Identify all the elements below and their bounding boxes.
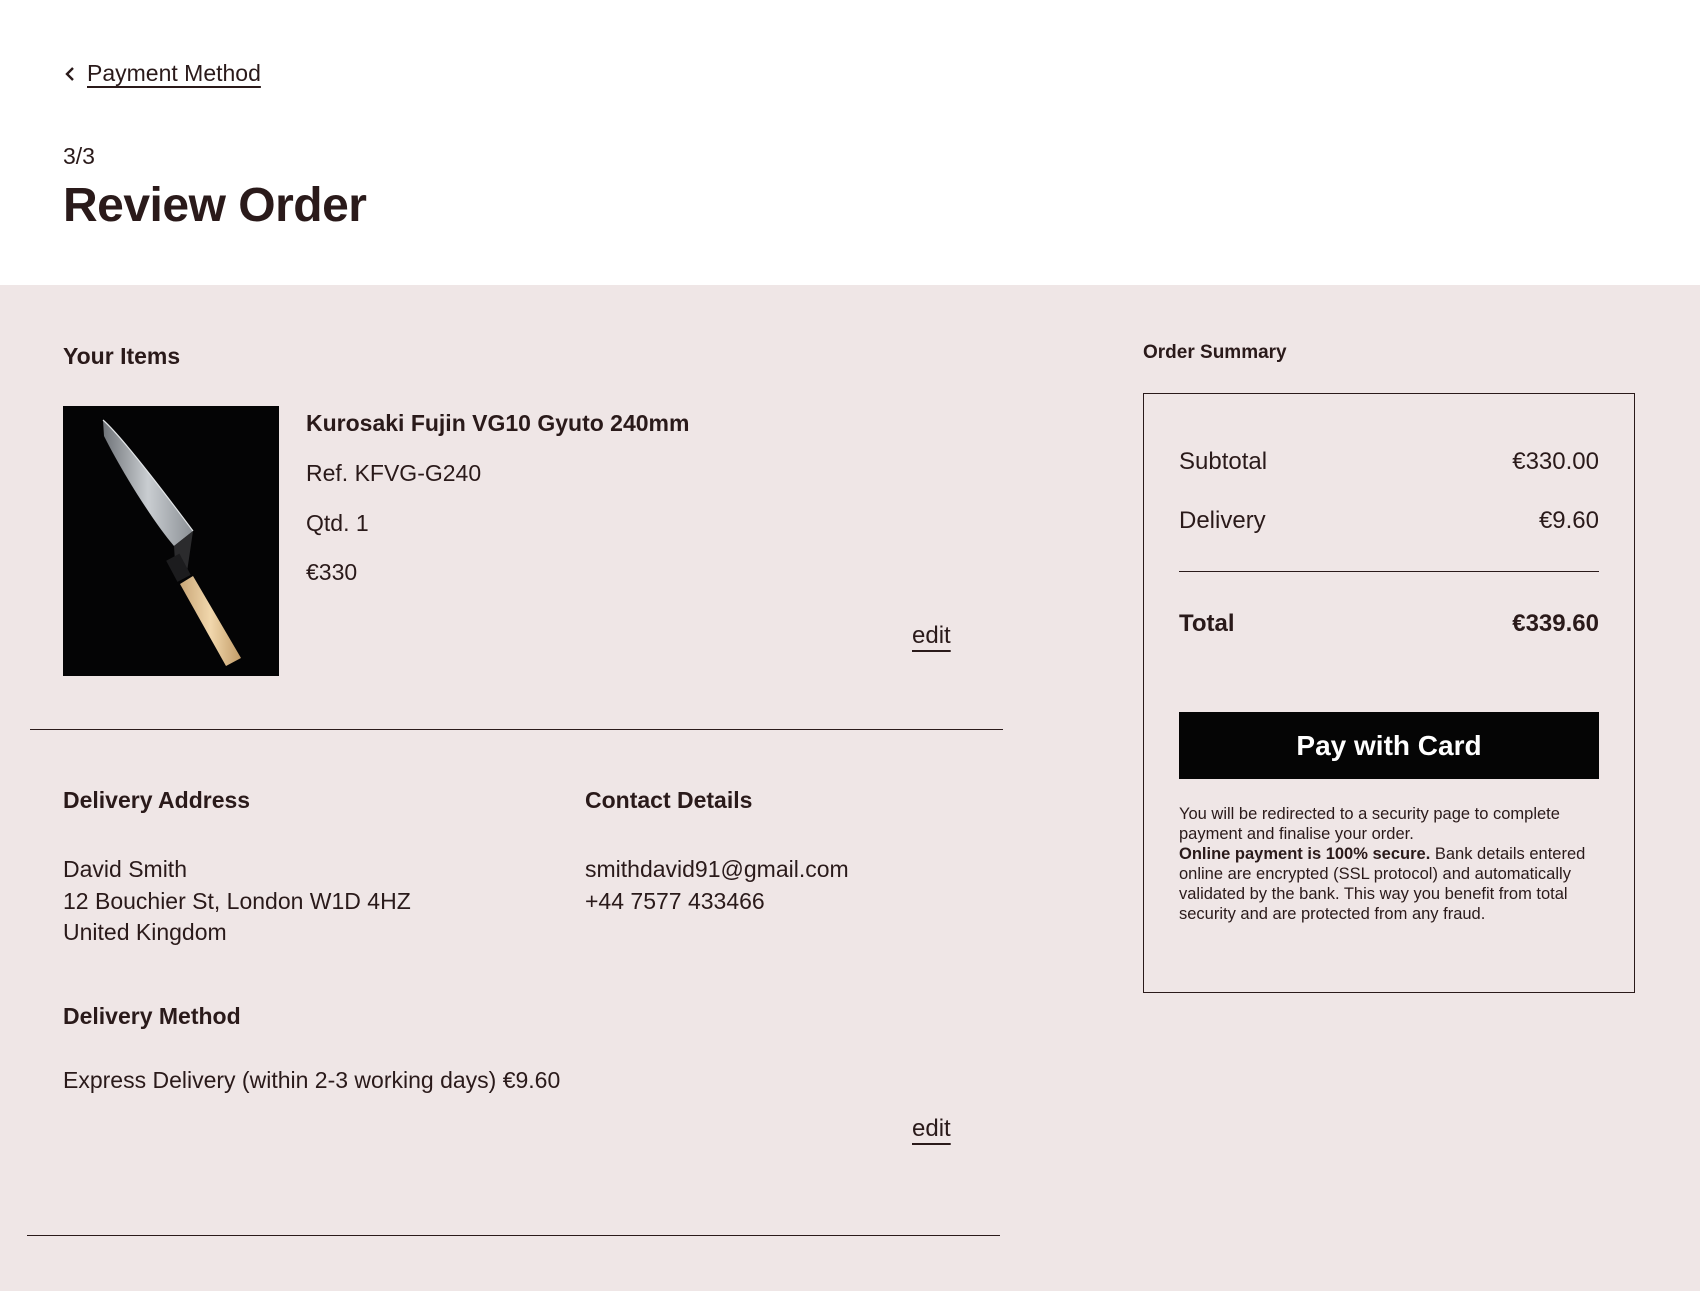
delivery-row: Delivery €9.60 xyxy=(1179,507,1599,535)
back-link[interactable]: Payment Method xyxy=(63,60,261,87)
product-price: €330 xyxy=(306,559,358,585)
contact-email: smithdavid91@gmail.com xyxy=(585,856,849,882)
edit-items-link[interactable]: edit xyxy=(912,622,951,650)
contact-phone: +44 7577 433466 xyxy=(585,888,765,914)
delivery-address-street: 12 Bouchier St, London W1D 4HZ xyxy=(63,888,411,914)
delivery-divider xyxy=(27,1235,1000,1236)
subtotal-row: Subtotal €330.00 xyxy=(1179,448,1599,476)
secure-payment-note: You will be redirected to a security pag… xyxy=(1179,804,1606,924)
delivery-value: €9.60 xyxy=(1538,507,1599,534)
product-quantity: Qtd. 1 xyxy=(306,510,369,536)
items-section-title: Your Items xyxy=(63,343,181,369)
contact-details-title: Contact Details xyxy=(585,787,753,813)
page-header: Payment Method 3/3 Review Order xyxy=(0,0,1700,285)
order-summary-title: Order Summary xyxy=(1143,342,1287,363)
delivery-address-country: United Kingdom xyxy=(63,919,227,945)
delivery-method-title: Delivery Method xyxy=(63,1003,241,1029)
back-link-label: Payment Method xyxy=(87,60,261,86)
delivery-method-value: Express Delivery (within 2-3 working day… xyxy=(63,1067,561,1093)
total-value: €339.60 xyxy=(1512,610,1599,637)
product-name: Kurosaki Fujin VG10 Gyuto 240mm xyxy=(306,410,690,436)
page-title: Review Order xyxy=(63,179,367,232)
delivery-address-name: David Smith xyxy=(63,856,187,882)
pay-with-card-button[interactable]: Pay with Card xyxy=(1179,712,1599,779)
secure-note-bold: Online payment is 100% secure. xyxy=(1179,845,1431,863)
product-ref: Ref. KFVG-G240 xyxy=(306,460,482,486)
delivery-label: Delivery xyxy=(1179,507,1266,534)
delivery-address-title: Delivery Address xyxy=(63,787,251,813)
order-summary-box: Subtotal €330.00 Delivery €9.60 Total €3… xyxy=(1143,393,1635,993)
chevron-left-icon xyxy=(65,66,74,81)
secure-note-intro: You will be redirected to a security pag… xyxy=(1179,805,1560,843)
summary-divider xyxy=(1179,571,1599,572)
product-image xyxy=(63,406,279,676)
subtotal-label: Subtotal xyxy=(1179,448,1268,475)
items-divider xyxy=(30,729,1003,730)
step-indicator: 3/3 xyxy=(63,143,95,169)
edit-delivery-link[interactable]: edit xyxy=(912,1115,951,1143)
total-row: Total €339.60 xyxy=(1179,610,1599,638)
total-label: Total xyxy=(1179,610,1235,637)
knife-image xyxy=(102,419,241,666)
subtotal-value: €330.00 xyxy=(1512,448,1599,475)
